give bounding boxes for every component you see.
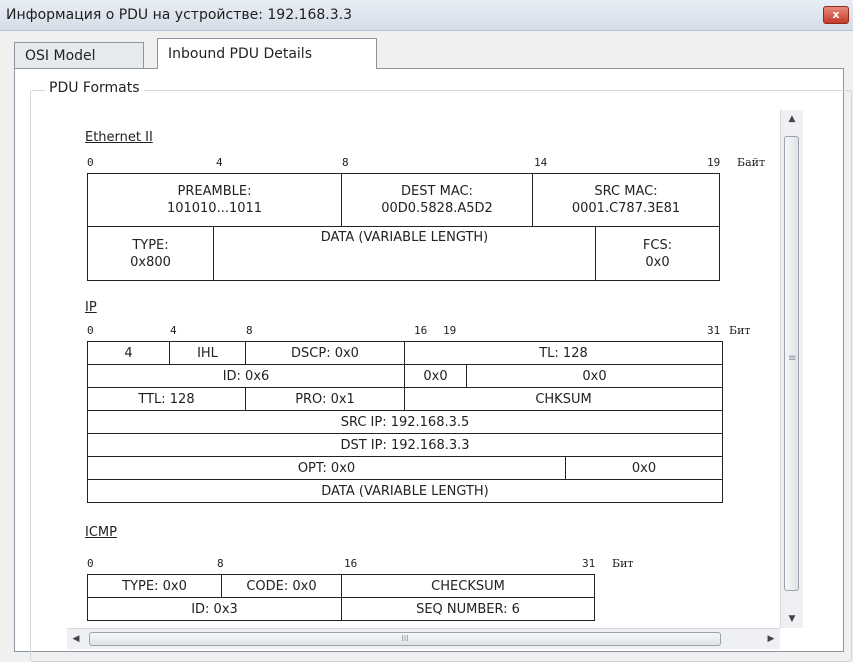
ethernet-dest-mac: DEST MAC: 00D0.5828.A5D2 <box>341 173 533 227</box>
title-bar: Информация о PDU на устройстве: 192.168.… <box>0 0 853 31</box>
grip-icon: ≡ <box>788 353 797 364</box>
field-value: 0x800 <box>130 254 171 270</box>
tab-inbound-pdu-details[interactable]: Inbound PDU Details <box>157 38 377 69</box>
pdu-viewport[interactable]: Ethernet II 0 4 8 14 19 Байт PREAMBLE: 10… <box>67 110 780 628</box>
field-value: 0x0 <box>645 254 670 270</box>
field-value: 101010...1011 <box>166 201 263 216</box>
ethernet-fcs: FCS: 0x0 <box>595 226 720 281</box>
ruler-label: 8 <box>342 156 349 169</box>
ruler-label: 31 <box>582 557 596 570</box>
ip-id: ID: 0x6 <box>87 364 405 388</box>
ip-ihl: IHL <box>169 341 246 365</box>
ethernet-preamble: PREAMBLE: 101010...1011 <box>87 173 342 227</box>
ethernet-unit: Байт <box>737 156 766 169</box>
scroll-down-icon[interactable]: ▼ <box>781 610 803 628</box>
ruler-label: 0 <box>87 324 94 337</box>
ethernet-title: Ethernet II <box>85 130 153 145</box>
scroll-right-icon[interactable]: ▶ <box>762 629 780 649</box>
field-value: 0001.C787.3E81 <box>571 201 681 216</box>
field-name: TYPE: <box>132 237 169 253</box>
field-value: 00D0.5828.A5D2 <box>381 201 493 216</box>
grip-icon: III <box>401 634 409 643</box>
vertical-scroll-thumb[interactable]: ≡ <box>784 136 799 591</box>
ruler-label: 16 <box>414 324 428 337</box>
ip-dst-ip: DST IP: 192.168.3.3 <box>87 433 723 457</box>
field-name: SRC MAC: <box>594 184 658 199</box>
icmp-type: TYPE: 0x0 <box>87 574 222 598</box>
ruler-label: 8 <box>217 557 224 570</box>
ip-ttl: TTL: 128 <box>87 387 246 411</box>
field-name: PREAMBLE: <box>177 184 252 199</box>
ip-src-ip: SRC IP: 192.168.3.5 <box>87 410 723 434</box>
icmp-code: CODE: 0x0 <box>221 574 342 598</box>
ruler-label: 19 <box>443 324 457 337</box>
icmp-checksum: CHECKSUM <box>341 574 595 598</box>
icmp-id: ID: 0x3 <box>87 597 342 621</box>
field-name: DEST MAC: <box>401 184 473 199</box>
ruler-label: 4 <box>170 324 177 337</box>
icmp-seq-number: SEQ NUMBER: 6 <box>341 597 595 621</box>
ip-unit: Бит <box>729 324 751 337</box>
tab-osi-model[interactable]: OSI Model <box>14 42 144 68</box>
ruler-label: 4 <box>216 156 223 169</box>
ip-data: DATA (VARIABLE LENGTH) <box>87 479 723 503</box>
icmp-title: ICMP <box>85 525 117 540</box>
ruler-label: 0 <box>87 557 94 570</box>
scroll-left-icon[interactable]: ◀ <box>67 629 85 649</box>
ip-protocol: PRO: 0x1 <box>245 387 405 411</box>
horizontal-scrollbar[interactable]: ◀ III ▶ <box>67 628 780 649</box>
ruler-label: 0 <box>87 156 94 169</box>
vertical-scrollbar[interactable]: ▲ ≡ ▼ <box>780 110 803 628</box>
ruler-label: 31 <box>707 324 721 337</box>
ip-version: 4 <box>87 341 170 365</box>
ethernet-src-mac: SRC MAC: 0001.C787.3E81 <box>532 173 720 227</box>
ruler-label: 14 <box>534 156 548 169</box>
ip-options: OPT: 0x0 <box>87 456 566 480</box>
ruler-label: 19 <box>707 156 721 169</box>
window-title: Информация о PDU на устройстве: 192.168.… <box>6 7 352 23</box>
ip-dscp: DSCP: 0x0 <box>245 341 405 365</box>
ruler-label: 16 <box>344 557 358 570</box>
icmp-unit: Бит <box>612 557 634 570</box>
ruler-label: 8 <box>246 324 253 337</box>
field-name: FCS: <box>642 237 673 253</box>
ip-flags: 0x0 <box>404 364 467 388</box>
scroll-up-icon[interactable]: ▲ <box>781 110 803 128</box>
ip-total-length: TL: 128 <box>404 341 723 365</box>
ip-fragment-offset: 0x0 <box>466 364 723 388</box>
close-icon: x <box>832 8 840 21</box>
group-label: PDU Formats <box>45 80 144 96</box>
ip-title: IP <box>85 300 97 315</box>
horizontal-scroll-thumb[interactable]: III <box>89 632 721 646</box>
ethernet-data: DATA (VARIABLE LENGTH) <box>213 226 596 281</box>
ethernet-type: TYPE: 0x800 <box>87 226 214 281</box>
close-button[interactable]: x <box>823 6 849 24</box>
ip-padding: 0x0 <box>565 456 723 480</box>
ip-checksum: CHKSUM <box>404 387 723 411</box>
